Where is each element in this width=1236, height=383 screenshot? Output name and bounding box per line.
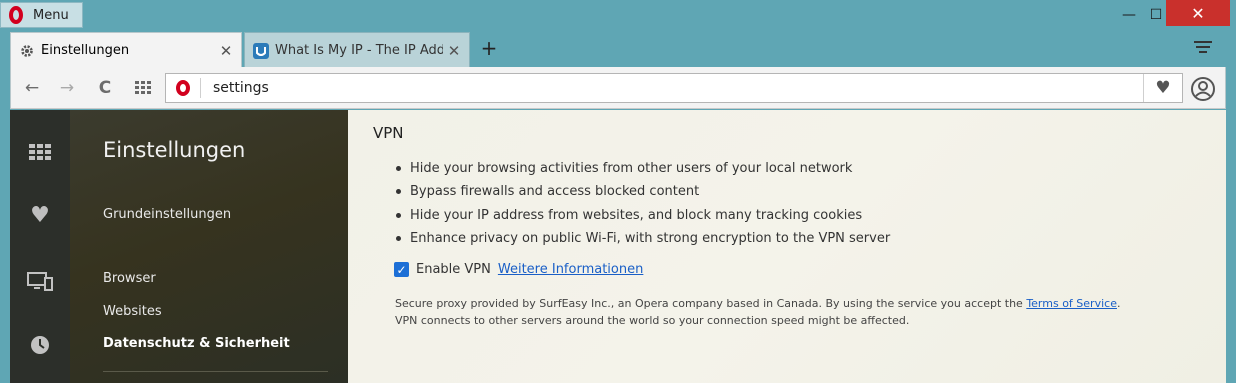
list-item: Bypass firewalls and access blocked cont… — [396, 184, 699, 199]
back-button[interactable]: ← — [20, 77, 44, 99]
list-item: Hide your IP address from websites, and … — [396, 208, 862, 223]
heart-icon[interactable]: ♥ — [10, 200, 70, 230]
account-icon[interactable] — [1190, 76, 1216, 102]
speed-dial-grid-icon[interactable] — [131, 77, 155, 99]
vpn-note-line1: Secure proxy provided by SurfEasy Inc., … — [395, 297, 1121, 310]
bullet-dot — [396, 236, 401, 241]
close-window-button[interactable]: ✕ — [1166, 0, 1230, 26]
ip-site-favicon-icon — [253, 42, 269, 59]
close-tab-icon[interactable]: ✕ — [215, 42, 237, 60]
close-tab-icon[interactable]: ✕ — [443, 42, 465, 60]
tab-title: What Is My IP - The IP Address — [275, 43, 443, 58]
gear-icon — [19, 43, 35, 59]
tab-whatismyip[interactable]: What Is My IP - The IP Address ✕ — [244, 32, 470, 68]
divider — [200, 78, 201, 98]
enable-vpn-label[interactable]: Enable VPN — [416, 262, 491, 277]
bookmark-heart-icon[interactable]: ♥ — [1143, 74, 1182, 102]
forward-button[interactable]: → — [55, 77, 79, 99]
new-tab-button[interactable]: + — [478, 36, 500, 60]
url-input[interactable] — [211, 79, 1143, 97]
more-info-link[interactable]: Weitere Informationen — [498, 262, 643, 277]
sidebar-item-browser[interactable]: Browser — [103, 271, 156, 286]
bullet-dot — [396, 166, 401, 171]
tab-title: Einstellungen — [41, 43, 130, 58]
opera-logo-icon — [9, 6, 23, 24]
enable-vpn-checkbox[interactable]: ✓ — [394, 262, 409, 277]
history-clock-icon[interactable] — [10, 330, 70, 360]
sidebar-divider — [103, 371, 328, 372]
enable-vpn-row: ✓ Enable VPN Weitere Informationen — [394, 262, 643, 277]
settings-title: Einstellungen — [103, 138, 246, 162]
vpn-note-line2: VPN connects to other servers around the… — [395, 314, 910, 327]
address-bar[interactable]: ♥ — [165, 73, 1183, 103]
terms-of-service-link[interactable]: Terms of Service — [1026, 297, 1117, 310]
tab-settings[interactable]: Einstellungen ✕ — [10, 32, 242, 68]
devices-icon[interactable] — [10, 267, 70, 297]
reload-button[interactable]: C — [93, 77, 117, 99]
vpn-heading: VPN — [373, 124, 404, 142]
opera-menu-button[interactable]: Menu — [0, 2, 83, 28]
list-item: Hide your browsing activities from other… — [396, 161, 852, 176]
opera-logo-icon — [176, 80, 190, 96]
sidebar-item-websites[interactable]: Websites — [103, 304, 162, 319]
menu-label: Menu — [33, 7, 69, 23]
bullet-dot — [396, 189, 401, 194]
speed-dial-icon[interactable] — [10, 137, 70, 167]
sidebar-item-datenschutz[interactable]: Datenschutz & Sicherheit — [103, 336, 290, 351]
sidebar-item-grundeinstellungen[interactable]: Grundeinstellungen — [103, 207, 231, 222]
window-frame-edge — [1226, 110, 1236, 383]
bullet-dot — [396, 213, 401, 218]
list-item: Enhance privacy on public Wi-Fi, with st… — [396, 231, 890, 246]
tab-menu-icon[interactable] — [1190, 38, 1216, 60]
settings-content — [348, 110, 1226, 383]
